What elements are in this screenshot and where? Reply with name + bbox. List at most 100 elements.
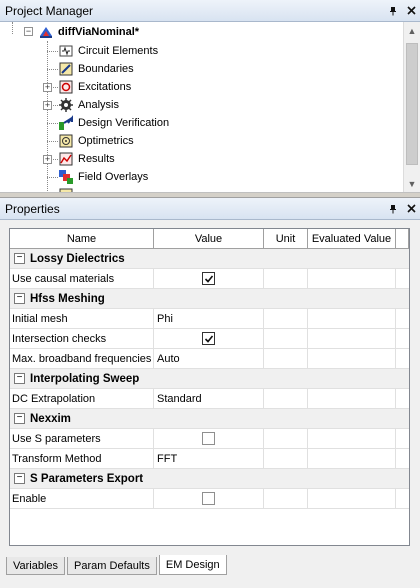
close-icon[interactable] <box>402 200 420 218</box>
category-s-parameters-export[interactable]: − S Parameters Export <box>10 469 409 489</box>
property-name: DC Extrapolation <box>10 389 154 408</box>
boundaries-icon <box>58 61 74 77</box>
pin-icon[interactable] <box>384 200 402 218</box>
enable-checkbox[interactable] <box>202 492 215 505</box>
scroll-down-icon[interactable]: ▼ <box>404 175 420 192</box>
column-header-unit[interactable]: Unit <box>264 229 308 248</box>
property-value[interactable]: Phi <box>154 309 264 328</box>
column-header-evaluated-value[interactable]: Evaluated Value <box>308 229 396 248</box>
project-manager-title-bar: Project Manager <box>0 0 420 22</box>
collapse-icon[interactable]: − <box>14 293 25 304</box>
category-lossy-dielectrics[interactable]: − Lossy Dielectrics <box>10 249 409 269</box>
use-s-parameters-checkbox[interactable] <box>202 432 215 445</box>
property-name: Use S parameters <box>10 429 154 448</box>
category-hfss-meshing[interactable]: − Hfss Meshing <box>10 289 409 309</box>
tree-item-label: Circuit Elements <box>78 45 159 57</box>
tree-item-label: Excitations <box>78 81 132 93</box>
property-value[interactable]: FFT <box>154 449 264 468</box>
property-name: Initial mesh <box>10 309 154 328</box>
tree-item-circuit-elements[interactable]: Circuit Elements <box>58 42 158 60</box>
intersection-checks-checkbox[interactable] <box>202 332 215 345</box>
tree-item-excitations[interactable]: Excitations <box>58 78 131 96</box>
project-manager-title: Project Manager <box>5 3 94 18</box>
tree-item-label: Boundaries <box>78 63 134 75</box>
property-evaluated-value <box>308 389 396 408</box>
project-manager-panel: Project Manager − diffViaNominal* Circui… <box>0 0 420 192</box>
tree-item-field-overlays[interactable]: Field Overlays <box>58 168 148 186</box>
category-interpolating-sweep[interactable]: − Interpolating Sweep <box>10 369 409 389</box>
property-unit <box>264 389 308 408</box>
tree-item-label: Optimetrics <box>78 135 134 147</box>
results-expander[interactable]: + <box>43 155 52 164</box>
tree-item-label: Design Verification <box>78 117 170 129</box>
property-evaluated-value <box>308 449 396 468</box>
property-value[interactable]: Standard <box>154 389 264 408</box>
category-label: Hfss Meshing <box>30 292 105 305</box>
property-name: Intersection checks <box>10 329 154 348</box>
collapse-icon[interactable]: − <box>14 373 25 384</box>
tab-em-design[interactable]: EM Design <box>158 555 227 575</box>
tree-item-results[interactable]: Results <box>58 150 115 168</box>
property-row[interactable]: Use S parameters <box>10 429 409 449</box>
property-name: Use causal materials <box>10 269 154 288</box>
property-name: Transform Method <box>10 449 154 468</box>
collapse-icon[interactable]: − <box>14 473 25 484</box>
scroll-thumb[interactable] <box>406 43 418 165</box>
root-expander[interactable]: − <box>24 27 33 36</box>
property-row[interactable]: Max. broadband frequencies Auto <box>10 349 409 369</box>
collapse-icon[interactable]: − <box>14 253 25 264</box>
category-label: Interpolating Sweep <box>30 372 140 385</box>
properties-title: Properties <box>5 201 60 216</box>
property-evaluated-value <box>308 329 396 348</box>
analysis-expander[interactable]: + <box>43 101 52 110</box>
property-unit <box>264 329 308 348</box>
design-verification-icon <box>58 115 74 131</box>
optimetrics-icon <box>58 133 74 149</box>
properties-panel: Properties Name Value Unit Evaluated Val… <box>0 198 420 588</box>
excitations-expander[interactable]: + <box>43 83 52 92</box>
use-causal-materials-checkbox[interactable] <box>202 272 215 285</box>
tree-item-analysis[interactable]: Analysis <box>58 96 119 114</box>
tree-vertical-scrollbar[interactable]: ▲ ▼ <box>403 22 420 192</box>
close-icon[interactable] <box>402 2 420 20</box>
property-value[interactable] <box>154 489 264 508</box>
property-row[interactable]: Enable <box>10 489 409 509</box>
property-value[interactable]: Auto <box>154 349 264 368</box>
property-unit <box>264 269 308 288</box>
tree-item-design-verification[interactable]: Design Verification <box>58 114 169 132</box>
field-overlays-icon <box>58 169 74 185</box>
tree-item-boundaries[interactable]: Boundaries <box>58 60 134 78</box>
column-header-name[interactable]: Name <box>10 229 154 248</box>
property-row[interactable]: Initial mesh Phi <box>10 309 409 329</box>
column-header-spacer <box>396 229 409 248</box>
property-unit <box>264 349 308 368</box>
tree-root-item[interactable]: diffViaNominal* <box>38 23 139 41</box>
project-tree: − diffViaNominal* Circuit Elements Bound… <box>0 22 403 192</box>
property-row[interactable]: Use causal materials <box>10 269 409 289</box>
column-header-value[interactable]: Value <box>154 229 264 248</box>
pin-icon[interactable] <box>384 2 402 20</box>
tree-item-label: Analysis <box>78 99 119 111</box>
property-value[interactable] <box>154 329 264 348</box>
property-unit <box>264 489 308 508</box>
analysis-icon <box>58 97 74 113</box>
scroll-up-icon[interactable]: ▲ <box>404 22 420 39</box>
category-nexxim[interactable]: − Nexxim <box>10 409 409 429</box>
category-label: Lossy Dielectrics <box>30 252 125 265</box>
property-row[interactable]: DC Extrapolation Standard <box>10 389 409 409</box>
tab-variables[interactable]: Variables <box>6 557 66 575</box>
tree-root-label: diffViaNominal* <box>58 26 140 38</box>
property-evaluated-value <box>308 429 396 448</box>
property-value[interactable] <box>154 429 264 448</box>
property-unit <box>264 429 308 448</box>
property-evaluated-value <box>308 489 396 508</box>
property-value[interactable] <box>154 269 264 288</box>
properties-tab-strip: Variables Param Defaults EM Design <box>6 555 229 575</box>
tree-item-optimetrics[interactable]: Optimetrics <box>58 132 134 150</box>
property-row[interactable]: Intersection checks <box>10 329 409 349</box>
tab-param-defaults[interactable]: Param Defaults <box>67 557 157 575</box>
collapse-icon[interactable]: − <box>14 413 25 424</box>
property-row[interactable]: Transform Method FFT <box>10 449 409 469</box>
property-name: Max. broadband frequencies <box>10 349 154 368</box>
excitations-icon <box>58 79 74 95</box>
